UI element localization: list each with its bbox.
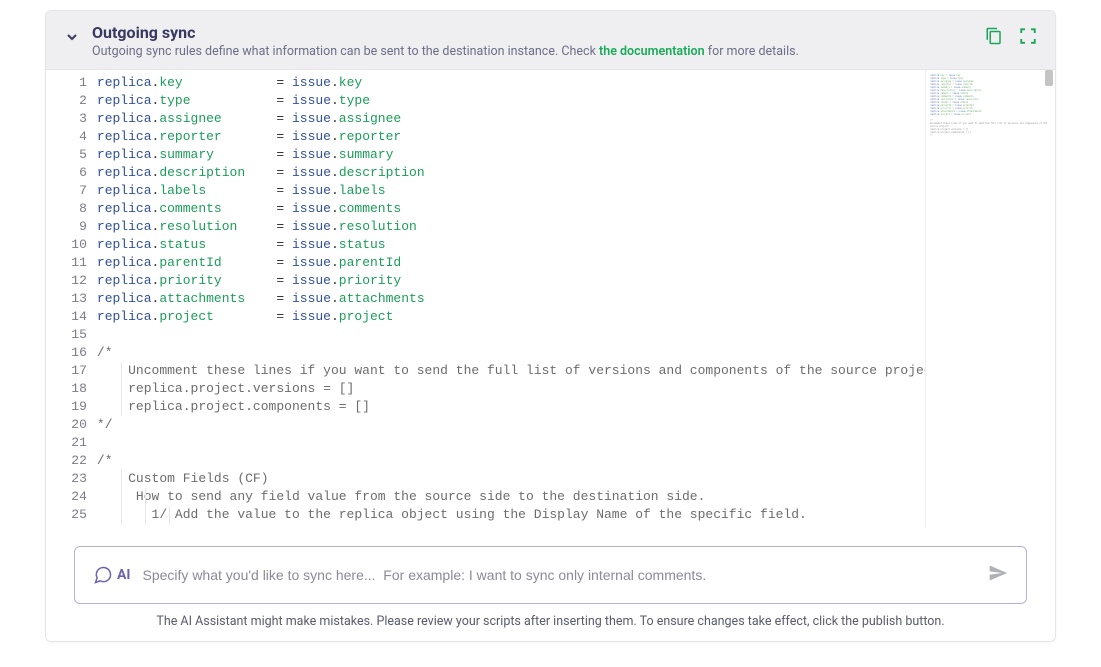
code-content[interactable]: replica.key = issue.keyreplica.type = is… xyxy=(97,70,925,528)
minimap[interactable]: replica.key = issue.keyreplica.type = is… xyxy=(925,70,1055,528)
code-editor[interactable]: 1234567891011121314151617181920212223242… xyxy=(46,70,1055,528)
documentation-link[interactable]: the documentation xyxy=(599,44,705,59)
ai-input-box: AI xyxy=(74,546,1027,604)
collapse-toggle[interactable] xyxy=(64,29,80,45)
ai-chat-icon: AI xyxy=(93,565,131,585)
send-icon[interactable] xyxy=(988,563,1008,587)
panel-title: Outgoing sync xyxy=(92,23,973,42)
panel-header: Outgoing sync Outgoing sync rules define… xyxy=(46,11,1055,70)
copy-icon[interactable] xyxy=(985,27,1003,45)
ai-disclaimer: The AI Assistant might make mistakes. Pl… xyxy=(74,614,1027,629)
line-gutter: 1234567891011121314151617181920212223242… xyxy=(46,70,97,528)
ai-input[interactable] xyxy=(143,567,976,583)
fullscreen-icon[interactable] xyxy=(1019,27,1037,45)
ai-assistant-area: AI The AI Assistant might make mistakes.… xyxy=(46,528,1055,641)
panel-subtitle: Outgoing sync rules define what informat… xyxy=(92,44,973,59)
outgoing-sync-panel: Outgoing sync Outgoing sync rules define… xyxy=(45,10,1056,642)
